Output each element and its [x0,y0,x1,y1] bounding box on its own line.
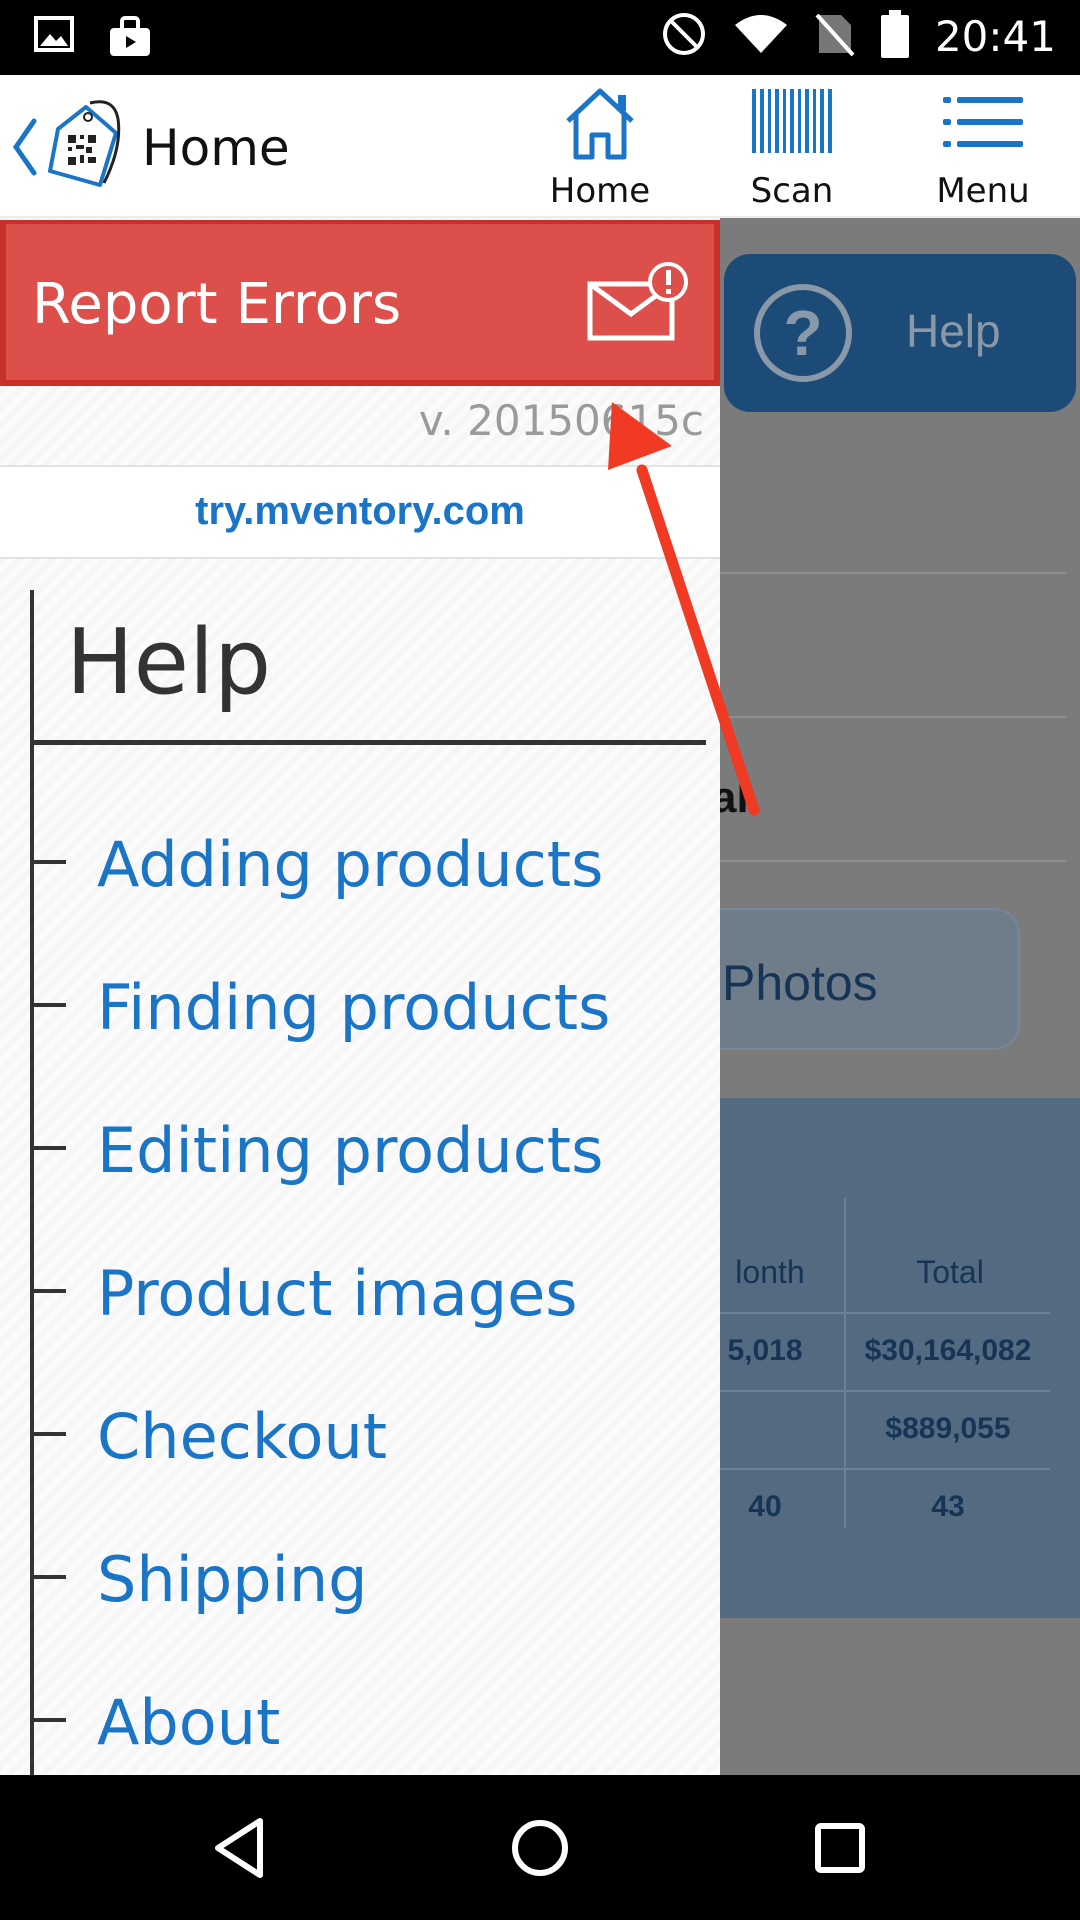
navigation-drawer: Report Errors v. 20150615c try.mventory.… [0,218,720,1775]
wifi-icon [733,13,789,60]
divider [700,572,1066,574]
nav-scan-label: Scan [750,171,834,211]
nav-scan-button[interactable]: Scan [717,85,867,215]
help-item-editing-products[interactable]: Editing products [30,1098,706,1198]
help-item-about[interactable]: About [30,1670,706,1770]
help-section: Help Adding products Finding products Ed… [30,590,706,1775]
back-triangle-icon[interactable] [200,1813,280,1883]
image-icon [34,16,74,63]
help-question-icon: ? [754,284,852,382]
background-help-label: Help [906,305,1001,357]
stats-cell: $889,055 [885,1412,1011,1445]
recents-square-icon[interactable] [800,1813,880,1883]
clock: 20:41 [934,12,1056,61]
do-not-disturb-icon [661,11,707,62]
background-stats-table: lonth Total 5,018 $30,164,082 $889,055 4… [700,1098,1080,1618]
divider [700,860,1066,862]
page-title: Home [142,119,290,177]
background-help-button: ? Help [724,254,1076,412]
site-row: try.mventory.com [0,465,720,559]
help-item-checkout[interactable]: Checkout [30,1384,706,1484]
nav-menu-label: Menu [936,171,1030,211]
home-icon [525,85,675,163]
help-item-product-images[interactable]: Product images [30,1241,706,1341]
report-errors-label: Report Errors [32,272,402,337]
report-errors-button[interactable]: Report Errors [0,220,720,386]
nav-home-button[interactable]: Home [525,85,675,215]
mail-alert-icon [586,262,690,347]
help-item-label[interactable]: Editing products [97,1114,603,1187]
help-item-label[interactable]: Adding products [97,828,603,901]
system-nav-bar [0,1775,1080,1920]
nav-menu-button[interactable]: Menu [908,85,1058,215]
menu-icon [908,85,1058,155]
status-bar: 20:41 [0,0,1080,75]
help-heading: Help [66,610,272,715]
stats-cell: 43 [931,1490,965,1523]
help-item-label[interactable]: Shipping [97,1543,367,1616]
background-photos-button: Photos [690,908,1020,1050]
help-item-adding-products[interactable]: Adding products [30,812,706,912]
help-heading-underline [34,740,706,745]
shopping-bag-icon [108,16,152,63]
stats-header: Total [916,1254,984,1290]
home-circle-icon[interactable] [500,1813,580,1883]
nav-home-label: Home [549,171,651,211]
help-item-label[interactable]: Product images [97,1257,578,1330]
barcode-icon [717,85,867,155]
version-label: v. 20150615c [418,396,704,445]
help-item-finding-products[interactable]: Finding products [30,955,706,1055]
stats-cell: $30,164,082 [864,1334,1032,1367]
help-item-label[interactable]: Checkout [97,1400,387,1473]
site-link[interactable]: try.mventory.com [195,489,525,534]
app-logo-icon[interactable] [42,99,126,198]
back-chevron-icon[interactable] [10,117,40,182]
help-item-label[interactable]: Finding products [97,971,610,1044]
stats-header: lonth [735,1254,805,1290]
help-item-label[interactable]: About [97,1686,280,1759]
divider [700,716,1066,718]
background-photos-label: Photos [722,955,878,1011]
app-bar: Home Home Scan Menu [0,75,1080,218]
battery-icon [880,10,909,63]
help-item-shipping[interactable]: Shipping [30,1527,706,1627]
no-sim-icon [815,11,855,62]
